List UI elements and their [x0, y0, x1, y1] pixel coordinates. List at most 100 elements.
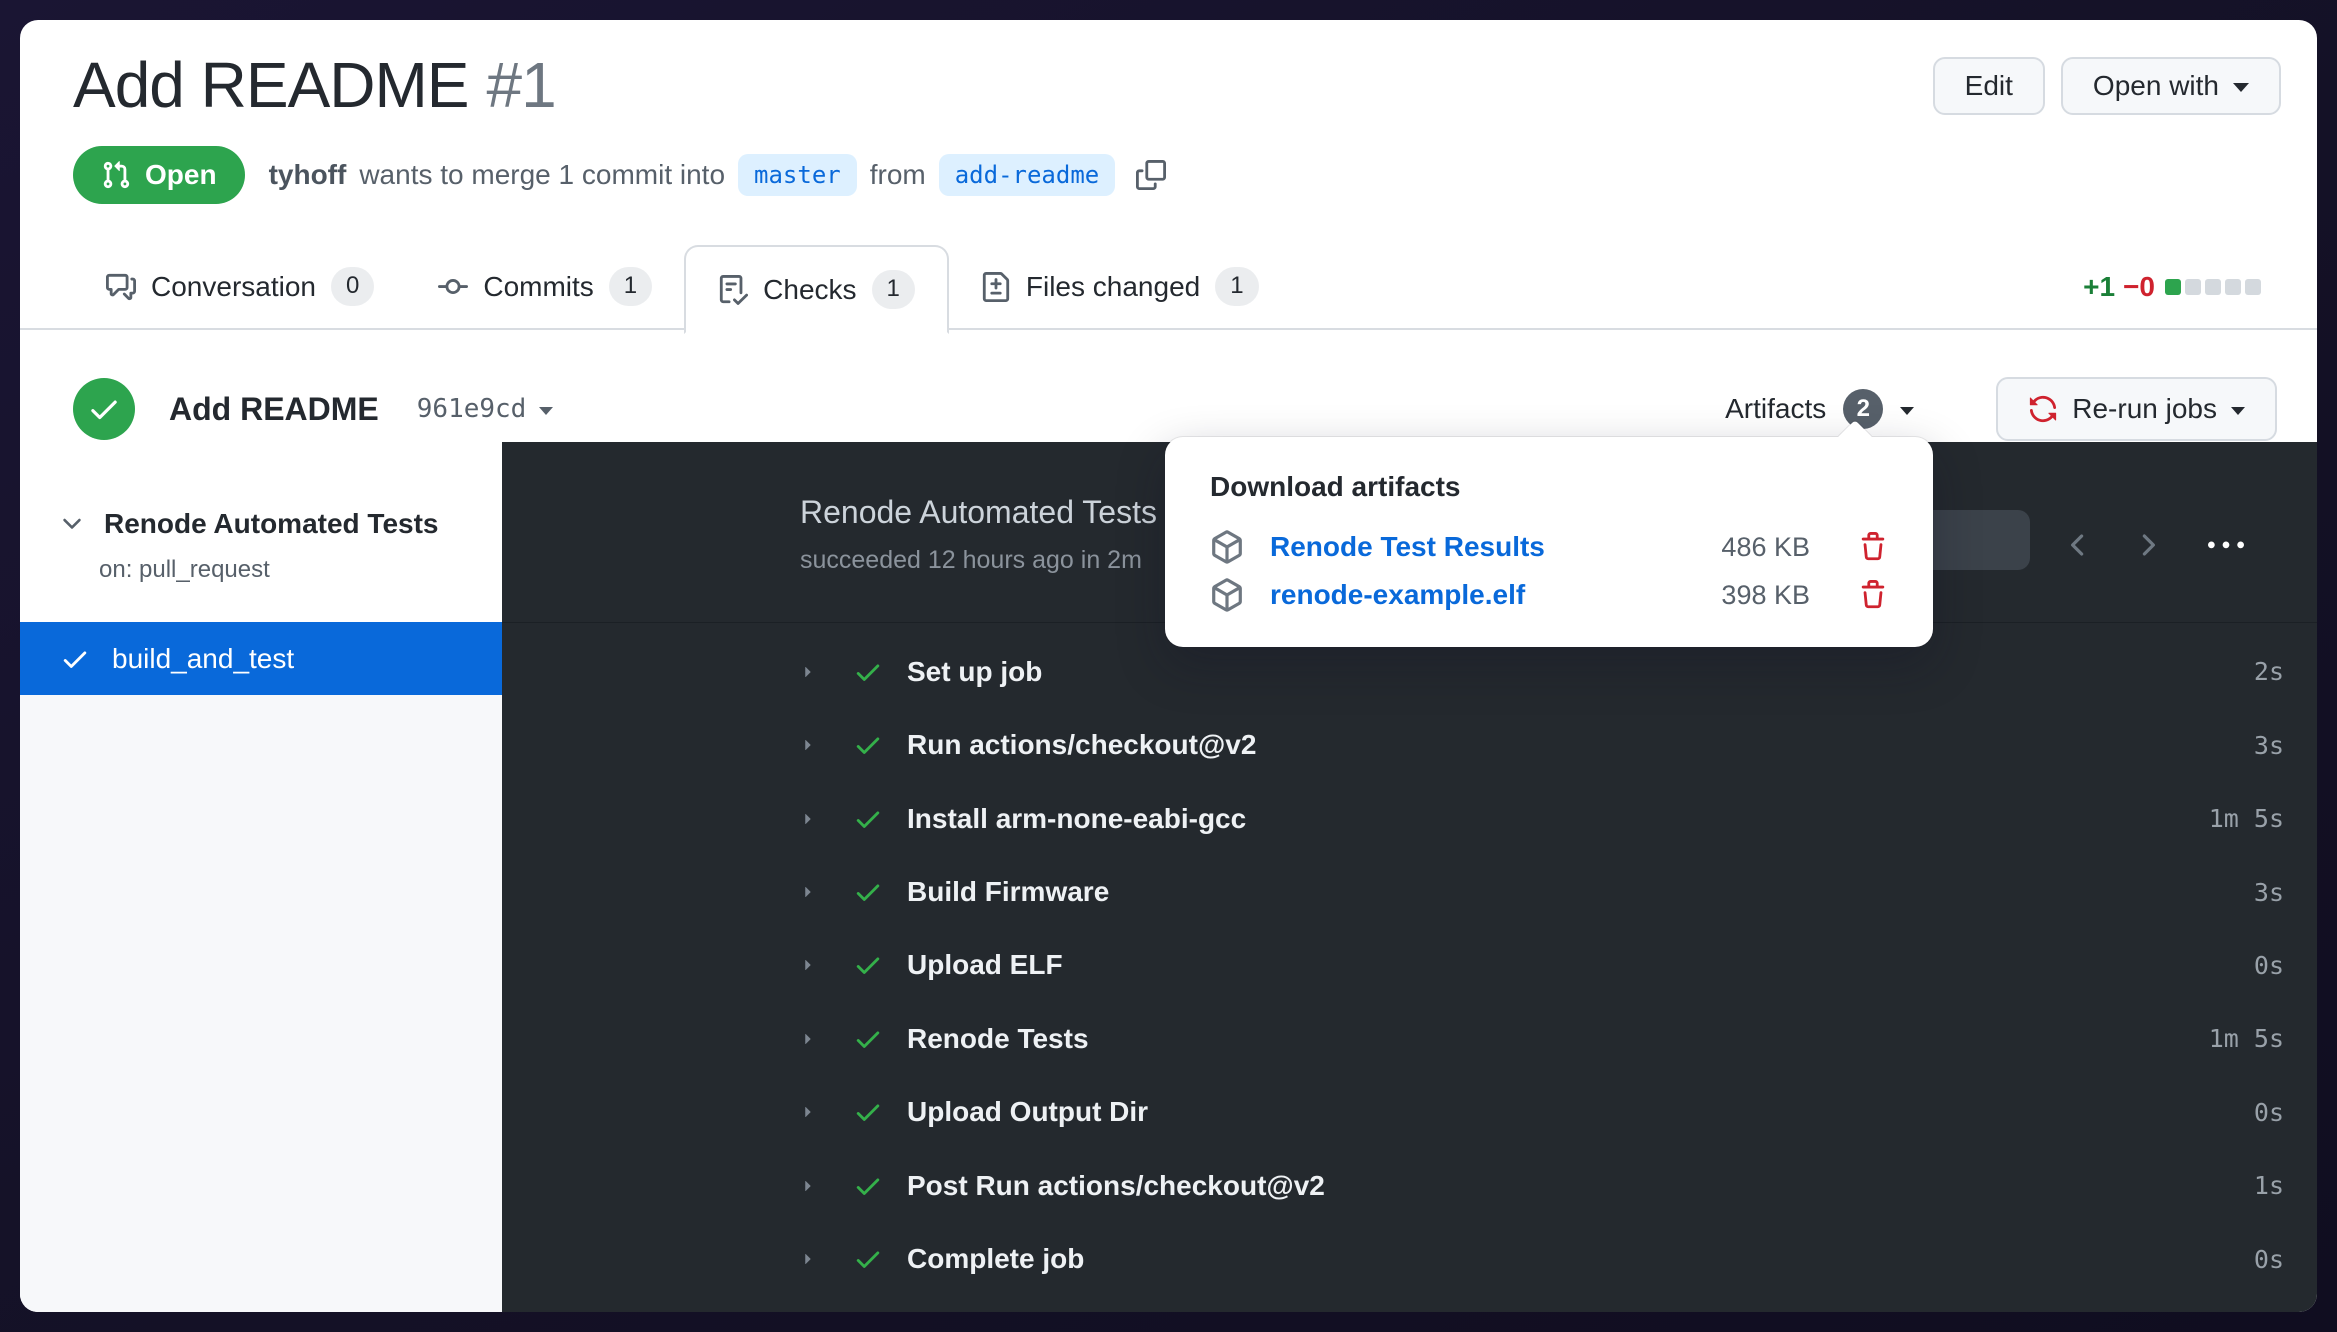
triangle-right-icon: [797, 881, 819, 903]
step-row-build-firmware[interactable]: Build Firmware 3s: [502, 855, 2317, 928]
check-icon: [853, 1244, 883, 1274]
artifact-row: Renode Test Results 486 KB: [1210, 523, 1888, 571]
tab-count: 1: [609, 267, 652, 305]
artifacts-label: Artifacts: [1725, 393, 1826, 425]
tab-files-changed[interactable]: Files changed 1: [949, 245, 1291, 328]
step-row-complete-job[interactable]: Complete job 0s: [502, 1223, 2317, 1296]
diffstat-deletions: −0: [2123, 271, 2155, 303]
pull-request-card: Add README #1 Edit Open with Open tyhoff…: [20, 20, 2317, 1312]
step-row-post-checkout[interactable]: Post Run actions/checkout@v2 1s: [502, 1149, 2317, 1222]
base-branch-link[interactable]: master: [738, 154, 857, 196]
triangle-right-icon: [797, 1101, 819, 1123]
comment-discussion-icon: [106, 272, 136, 302]
page-title: Add README #1: [73, 48, 556, 122]
artifact-download-link[interactable]: Renode Test Results: [1270, 531, 1545, 563]
triangle-right-icon: [797, 1175, 819, 1197]
copy-branch-icon[interactable]: [1136, 160, 1166, 190]
diffstat-block: [2245, 279, 2261, 295]
artifact-download-link[interactable]: renode-example.elf: [1270, 579, 1525, 611]
git-commit-icon: [438, 272, 468, 302]
next-match-button[interactable]: [2130, 528, 2164, 567]
step-name: Set up job: [907, 656, 1042, 688]
author-name: tyhoff: [269, 159, 347, 191]
merge-text: wants to merge 1 commit into: [359, 159, 725, 191]
popup-title: Download artifacts: [1210, 471, 1888, 503]
tab-checks[interactable]: Checks 1: [684, 245, 949, 334]
trash-icon: [1858, 532, 1888, 562]
tab-label: Conversation: [151, 271, 316, 303]
pr-state-label: Open: [145, 159, 217, 191]
run-success-icon: [73, 378, 135, 440]
artifacts-dropdown-toggle[interactable]: Artifacts 2: [1725, 389, 1914, 429]
step-name: Post Run actions/checkout@v2: [907, 1170, 1325, 1202]
step-row-install-gcc[interactable]: Install arm-none-eabi-gcc 1m 5s: [502, 782, 2317, 855]
delete-artifact-button[interactable]: [1858, 580, 1888, 610]
step-row-upload-elf[interactable]: Upload ELF 0s: [502, 929, 2317, 1002]
triangle-right-icon: [797, 734, 819, 756]
pr-status-row: Open tyhoff wants to merge 1 commit into…: [73, 146, 1166, 204]
step-list: Set up job 2s Run actions/checkout@v2 3s…: [502, 635, 2317, 1296]
step-row-upload-output-dir[interactable]: Upload Output Dir 0s: [502, 1076, 2317, 1149]
job-panel-status: succeeded 12 hours ago in 2m: [800, 546, 1142, 575]
workflow-trigger: on: pull_request: [99, 556, 270, 584]
rerun-jobs-button[interactable]: Re-run jobs: [1996, 377, 2277, 441]
check-icon: [853, 1024, 883, 1054]
kebab-horizontal-icon: [2208, 528, 2244, 564]
tab-label: Commits: [483, 271, 593, 303]
step-name: Build Firmware: [907, 876, 1109, 908]
tab-count: 1: [1215, 267, 1258, 305]
commit-sha-dropdown[interactable]: 961e9cd: [417, 394, 554, 424]
rerun-jobs-label: Re-run jobs: [2072, 393, 2217, 425]
open-with-label: Open with: [2093, 70, 2219, 102]
step-duration: 2s: [2254, 657, 2284, 686]
diffstat-block: [2205, 279, 2221, 295]
pr-state-badge: Open: [73, 146, 245, 204]
tab-count: 0: [331, 267, 374, 305]
check-icon: [853, 1097, 883, 1127]
edit-button[interactable]: Edit: [1933, 57, 2045, 115]
diffstat-block: [2165, 279, 2181, 295]
step-duration: 0s: [2254, 951, 2284, 980]
checklist-icon: [718, 275, 748, 305]
step-row-checkout[interactable]: Run actions/checkout@v2 3s: [502, 708, 2317, 781]
check-icon: [853, 730, 883, 760]
trash-icon: [1858, 580, 1888, 610]
artifact-size: 486 KB: [1721, 532, 1810, 563]
tab-conversation[interactable]: Conversation 0: [74, 245, 406, 328]
jobs-sidebar: Renode Automated Tests on: pull_request …: [20, 442, 502, 1312]
open-with-button[interactable]: Open with: [2061, 57, 2281, 115]
head-branch-link[interactable]: add-readme: [939, 154, 1116, 196]
sidebar-job-build-and-test[interactable]: build_and_test: [20, 622, 502, 695]
step-name: Run actions/checkout@v2: [907, 729, 1256, 761]
chevron-down-icon: [2233, 83, 2249, 92]
workflow-run-title: Add README: [169, 391, 379, 428]
file-diff-icon: [981, 272, 1011, 302]
check-icon: [87, 392, 121, 426]
step-name: Upload Output Dir: [907, 1096, 1148, 1128]
check-icon: [853, 877, 883, 907]
pr-number: #1: [486, 48, 555, 122]
package-icon: [1210, 530, 1244, 564]
tab-count: 1: [872, 270, 915, 308]
job-panel-title: Renode Automated Tests: [800, 494, 1157, 531]
delete-artifact-button[interactable]: [1858, 532, 1888, 562]
diffstat: +1 −0: [2083, 245, 2261, 328]
sync-icon: [2028, 394, 2058, 424]
step-name: Install arm-none-eabi-gcc: [907, 803, 1246, 835]
triangle-right-icon: [797, 954, 819, 976]
artifact-size: 398 KB: [1721, 580, 1810, 611]
step-name: Upload ELF: [907, 949, 1063, 981]
triangle-right-icon: [797, 1028, 819, 1050]
merge-description: tyhoff wants to merge 1 commit into mast…: [269, 154, 1167, 196]
workflow-group-toggle[interactable]: Renode Automated Tests: [58, 508, 438, 540]
triangle-right-icon: [797, 1248, 819, 1270]
step-row-renode-tests[interactable]: Renode Tests 1m 5s: [502, 1002, 2317, 1075]
from-label: from: [870, 159, 926, 191]
chevron-left-icon: [2062, 528, 2096, 562]
step-duration: 1m 5s: [2209, 1024, 2284, 1053]
check-icon: [853, 1171, 883, 1201]
triangle-right-icon: [797, 661, 819, 683]
tab-commits[interactable]: Commits 1: [406, 245, 684, 328]
log-settings-button[interactable]: [2208, 528, 2244, 569]
prev-match-button[interactable]: [2062, 528, 2096, 567]
